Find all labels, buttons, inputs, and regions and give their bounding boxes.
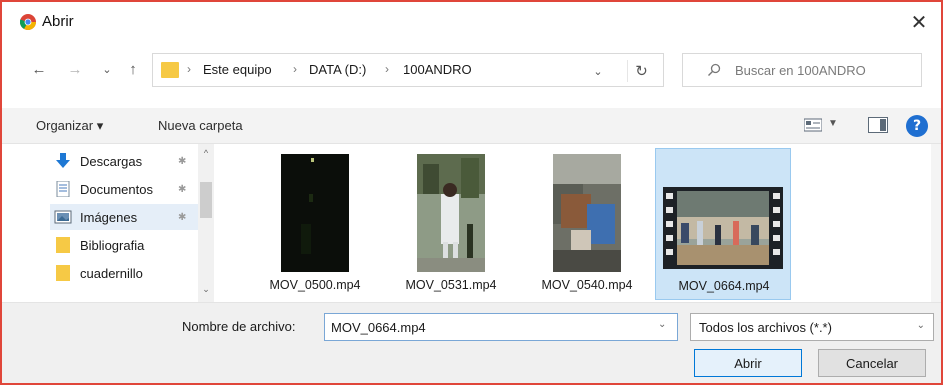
folder-icon — [161, 62, 179, 78]
window-title: Abrir — [42, 13, 74, 30]
filetype-value: Todos los archivos (*.*) — [699, 320, 832, 335]
file-name: MOV_0531.mp4 — [405, 278, 497, 292]
refresh-button[interactable]: ↻ — [627, 60, 655, 82]
breadcrumb-data-drive[interactable]: DATA (D:) — [309, 62, 366, 77]
filename-label: Nombre de archivo: — [182, 319, 296, 334]
back-arrow-icon: ← — [31, 60, 47, 78]
sidebar-item-label: Descargas — [80, 153, 143, 169]
pin-icon: ✱ — [178, 211, 187, 223]
navigation-pane-scrollbar[interactable]: ^ ⌄ — [198, 144, 214, 302]
file-name: MOV_0540.mp4 — [541, 278, 633, 292]
file-name: MOV_0664.mp4 — [678, 279, 770, 293]
dialog-footer: Nombre de archivo: ⌄ Todos los archivos … — [2, 302, 941, 383]
forward-arrow-icon: → — [67, 60, 83, 78]
pin-icon: ✱ — [178, 183, 187, 195]
breadcrumb-separator: › — [385, 62, 389, 76]
sidebar-item-label: Imágenes — [80, 209, 138, 225]
breadcrumb-este-equipo[interactable]: Este equipo — [203, 62, 272, 77]
sidebar-item-documentos[interactable]: Documentos ✱ — [54, 176, 204, 202]
up-arrow-icon: ↑ — [129, 60, 137, 78]
forward-button[interactable]: → — [64, 58, 86, 80]
view-dropdown[interactable]: ▼ — [828, 118, 838, 129]
search-placeholder: Buscar en 100ANDRO — [735, 63, 866, 78]
organize-menu[interactable]: Organizar ▾ — [36, 118, 103, 134]
filetype-select[interactable]: Todos los archivos (*.*) ⌄ — [690, 313, 934, 341]
chevron-down-icon: ⌄ — [593, 65, 603, 78]
file-item-selected[interactable]: MOV_0664.mp4 — [655, 148, 791, 300]
file-list-scrollbar[interactable] — [931, 144, 941, 302]
close-button[interactable]: ✕ — [897, 2, 941, 42]
chrome-app-icon — [20, 14, 36, 30]
search-box[interactable]: Buscar en 100ANDRO — [682, 53, 922, 87]
refresh-icon: ↻ — [635, 63, 648, 80]
sidebar-item-label: Bibliografia — [80, 237, 145, 253]
address-history-dropdown[interactable]: ⌄ — [587, 60, 609, 82]
video-thumbnail — [663, 187, 783, 269]
scroll-up-arrow-icon[interactable]: ^ — [198, 146, 214, 160]
recent-locations-button[interactable]: ⌄ — [96, 58, 118, 80]
preview-pane-icon[interactable] — [868, 117, 888, 133]
file-item[interactable]: MOV_0540.mp4 — [519, 148, 655, 300]
documents-icon — [56, 181, 70, 197]
video-thumbnail — [553, 154, 621, 272]
sidebar-item-bibliografia[interactable]: Bibliografia — [54, 232, 204, 258]
view-options-icon[interactable] — [804, 118, 822, 132]
navigation-bar: ← → ⌄ ↑ › Este equipo › DATA (D:) › 100A… — [2, 50, 941, 90]
video-thumbnail — [281, 154, 349, 272]
breadcrumb-100andro[interactable]: 100ANDRO — [403, 62, 472, 77]
new-folder-button[interactable]: Nueva carpeta — [158, 118, 243, 133]
sidebar-item-label: cuadernillo — [80, 265, 143, 281]
open-button[interactable]: Abrir — [694, 349, 802, 377]
command-toolbar: Organizar ▾ Nueva carpeta ▼ ? — [2, 108, 941, 144]
file-item[interactable]: MOV_0531.mp4 — [383, 148, 519, 300]
cancel-button[interactable]: Cancelar — [818, 349, 926, 377]
up-button[interactable]: ↑ — [122, 58, 144, 80]
file-list: MOV_0500.mp4 MOV_0531.mp4 MOV_0540.mp4 M… — [217, 144, 941, 302]
navigation-pane: Descargas ✱ Documentos ✱ Imágenes ✱ Bibl… — [2, 144, 217, 302]
sidebar-item-imagenes[interactable]: Imágenes ✱ — [50, 204, 198, 230]
folder-icon — [56, 265, 70, 281]
address-bar[interactable]: › Este equipo › DATA (D:) › 100ANDRO ⌄ ↻ — [152, 53, 664, 87]
sidebar-item-cuadernillo[interactable]: cuadernillo — [54, 260, 204, 286]
breadcrumb-separator: › — [293, 62, 297, 76]
help-icon[interactable]: ? — [906, 115, 928, 137]
video-thumbnail — [417, 154, 485, 272]
title-bar: Abrir ✕ — [2, 2, 941, 42]
sidebar-item-descargas[interactable]: Descargas ✱ — [54, 148, 204, 174]
breadcrumb-separator: › — [187, 62, 191, 76]
filename-input[interactable] — [324, 313, 678, 341]
sidebar-item-label: Documentos — [80, 181, 153, 197]
folder-icon — [56, 237, 70, 253]
pin-icon: ✱ — [178, 155, 187, 167]
scroll-down-arrow-icon[interactable]: ⌄ — [198, 282, 214, 296]
search-icon — [708, 63, 721, 76]
chevron-down-icon: ⌄ — [102, 63, 112, 76]
filename-dropdown-icon[interactable]: ⌄ — [658, 319, 666, 330]
open-file-dialog: Abrir ✕ ← → ⌄ ↑ › Este equipo › DATA (D:… — [0, 0, 943, 385]
download-icon — [56, 153, 70, 168]
close-icon: ✕ — [910, 11, 928, 34]
pictures-icon — [54, 210, 72, 224]
scrollbar-thumb[interactable] — [200, 182, 212, 218]
file-item[interactable]: MOV_0500.mp4 — [247, 148, 383, 300]
chevron-down-icon: ⌄ — [916, 320, 925, 331]
help-glyph: ? — [912, 118, 922, 134]
back-button[interactable]: ← — [28, 58, 50, 80]
file-name: MOV_0500.mp4 — [269, 278, 361, 292]
